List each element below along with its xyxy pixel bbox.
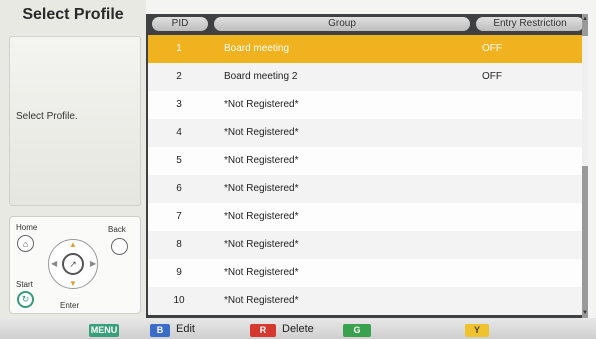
cell-entry-restriction: OFF <box>482 43 502 55</box>
scroll-up-icon[interactable]: ▲ <box>582 16 588 22</box>
table-row[interactable]: 4 *Not Registered* <box>148 119 586 147</box>
table-row[interactable]: 10 *Not Registered* <box>148 287 586 315</box>
cell-pid: 10 <box>173 295 185 307</box>
dpad-icon: ▲ ▼ ◀ ▶ ↗ <box>48 239 98 289</box>
scroll-down-icon[interactable]: ▼ <box>582 310 588 316</box>
cell-pid: 1 <box>176 43 182 55</box>
profile-table: PID Group Entry Restriction 1 Board meet… <box>146 14 588 318</box>
table-row[interactable]: 5 *Not Registered* <box>148 147 586 175</box>
table-row[interactable]: 8 *Not Registered* <box>148 231 586 259</box>
arrow-down-icon: ▼ <box>69 279 77 288</box>
column-header-entry-restriction: Entry Restriction <box>476 17 584 31</box>
color-key-bar: MENU B Edit R Delete G Y <box>0 318 596 339</box>
cell-group: *Not Registered* <box>224 239 299 251</box>
cell-group: *Not Registered* <box>224 127 299 139</box>
r-key-button[interactable]: R <box>250 324 276 337</box>
cell-entry-restriction: OFF <box>482 71 502 83</box>
back-icon <box>111 238 128 255</box>
back-label: Back <box>108 225 126 234</box>
arrow-left-icon: ◀ <box>51 259 58 268</box>
scrollbar-thumb[interactable] <box>582 36 588 166</box>
cell-group: Board meeting <box>224 43 290 55</box>
page-title: Select Profile <box>22 6 124 23</box>
cell-group: *Not Registered* <box>224 211 299 223</box>
cell-pid: 2 <box>176 71 182 83</box>
left-panel: Select Profile Select Profile. Home Back… <box>0 0 146 318</box>
start-icon: ↻ <box>17 291 34 308</box>
cell-pid: 3 <box>176 99 182 111</box>
description-text: Select Profile. <box>16 111 78 122</box>
table-row[interactable]: 3 *Not Registered* <box>148 91 586 119</box>
start-label: Start <box>16 280 33 289</box>
g-key-button[interactable]: G <box>343 324 371 337</box>
cell-group: *Not Registered* <box>224 155 299 167</box>
y-key-button[interactable]: Y <box>465 324 489 337</box>
table-header: PID Group Entry Restriction <box>146 14 588 32</box>
delete-label: Delete <box>282 323 314 335</box>
home-label: Home <box>16 223 38 232</box>
cell-group: *Not Registered* <box>224 99 299 111</box>
cell-pid: 5 <box>176 155 182 167</box>
arrow-up-icon: ▲ <box>69 240 77 249</box>
column-header-group: Group <box>214 17 470 31</box>
cell-group: Board meeting 2 <box>224 71 298 83</box>
arrow-right-icon: ▶ <box>90 259 97 268</box>
table-row[interactable]: 2 Board meeting 2 OFF <box>148 63 586 91</box>
cell-pid: 9 <box>176 267 182 279</box>
table-row[interactable]: 7 *Not Registered* <box>148 203 586 231</box>
cell-pid: 6 <box>176 183 182 195</box>
cell-pid: 7 <box>176 211 182 223</box>
cell-group: *Not Registered* <box>224 295 299 307</box>
home-icon: ⌂ <box>17 235 34 252</box>
remote-guide: Home Back ⌂ ▲ ▼ ◀ ▶ ↗ Start ↻ Enter <box>9 216 141 314</box>
cell-group: *Not Registered* <box>224 267 299 279</box>
cell-pid: 8 <box>176 239 182 251</box>
enter-label: Enter <box>60 301 80 310</box>
scrollbar[interactable]: ▲ ▼ <box>582 14 588 318</box>
table-rows: 1 Board meeting OFF 2 Board meeting 2 OF… <box>148 35 586 315</box>
table-row[interactable]: 1 Board meeting OFF <box>148 35 586 63</box>
table-row[interactable]: 6 *Not Registered* <box>148 175 586 203</box>
menu-key-button[interactable]: MENU <box>89 324 119 337</box>
column-header-pid: PID <box>152 17 208 31</box>
table-row[interactable]: 9 *Not Registered* <box>148 259 586 287</box>
b-key-button[interactable]: B <box>150 324 170 337</box>
description-box: Select Profile. <box>9 36 141 206</box>
enter-icon: ↗ <box>62 253 84 275</box>
cell-pid: 4 <box>176 127 182 139</box>
cell-group: *Not Registered* <box>224 183 299 195</box>
edit-label: Edit <box>176 323 195 335</box>
